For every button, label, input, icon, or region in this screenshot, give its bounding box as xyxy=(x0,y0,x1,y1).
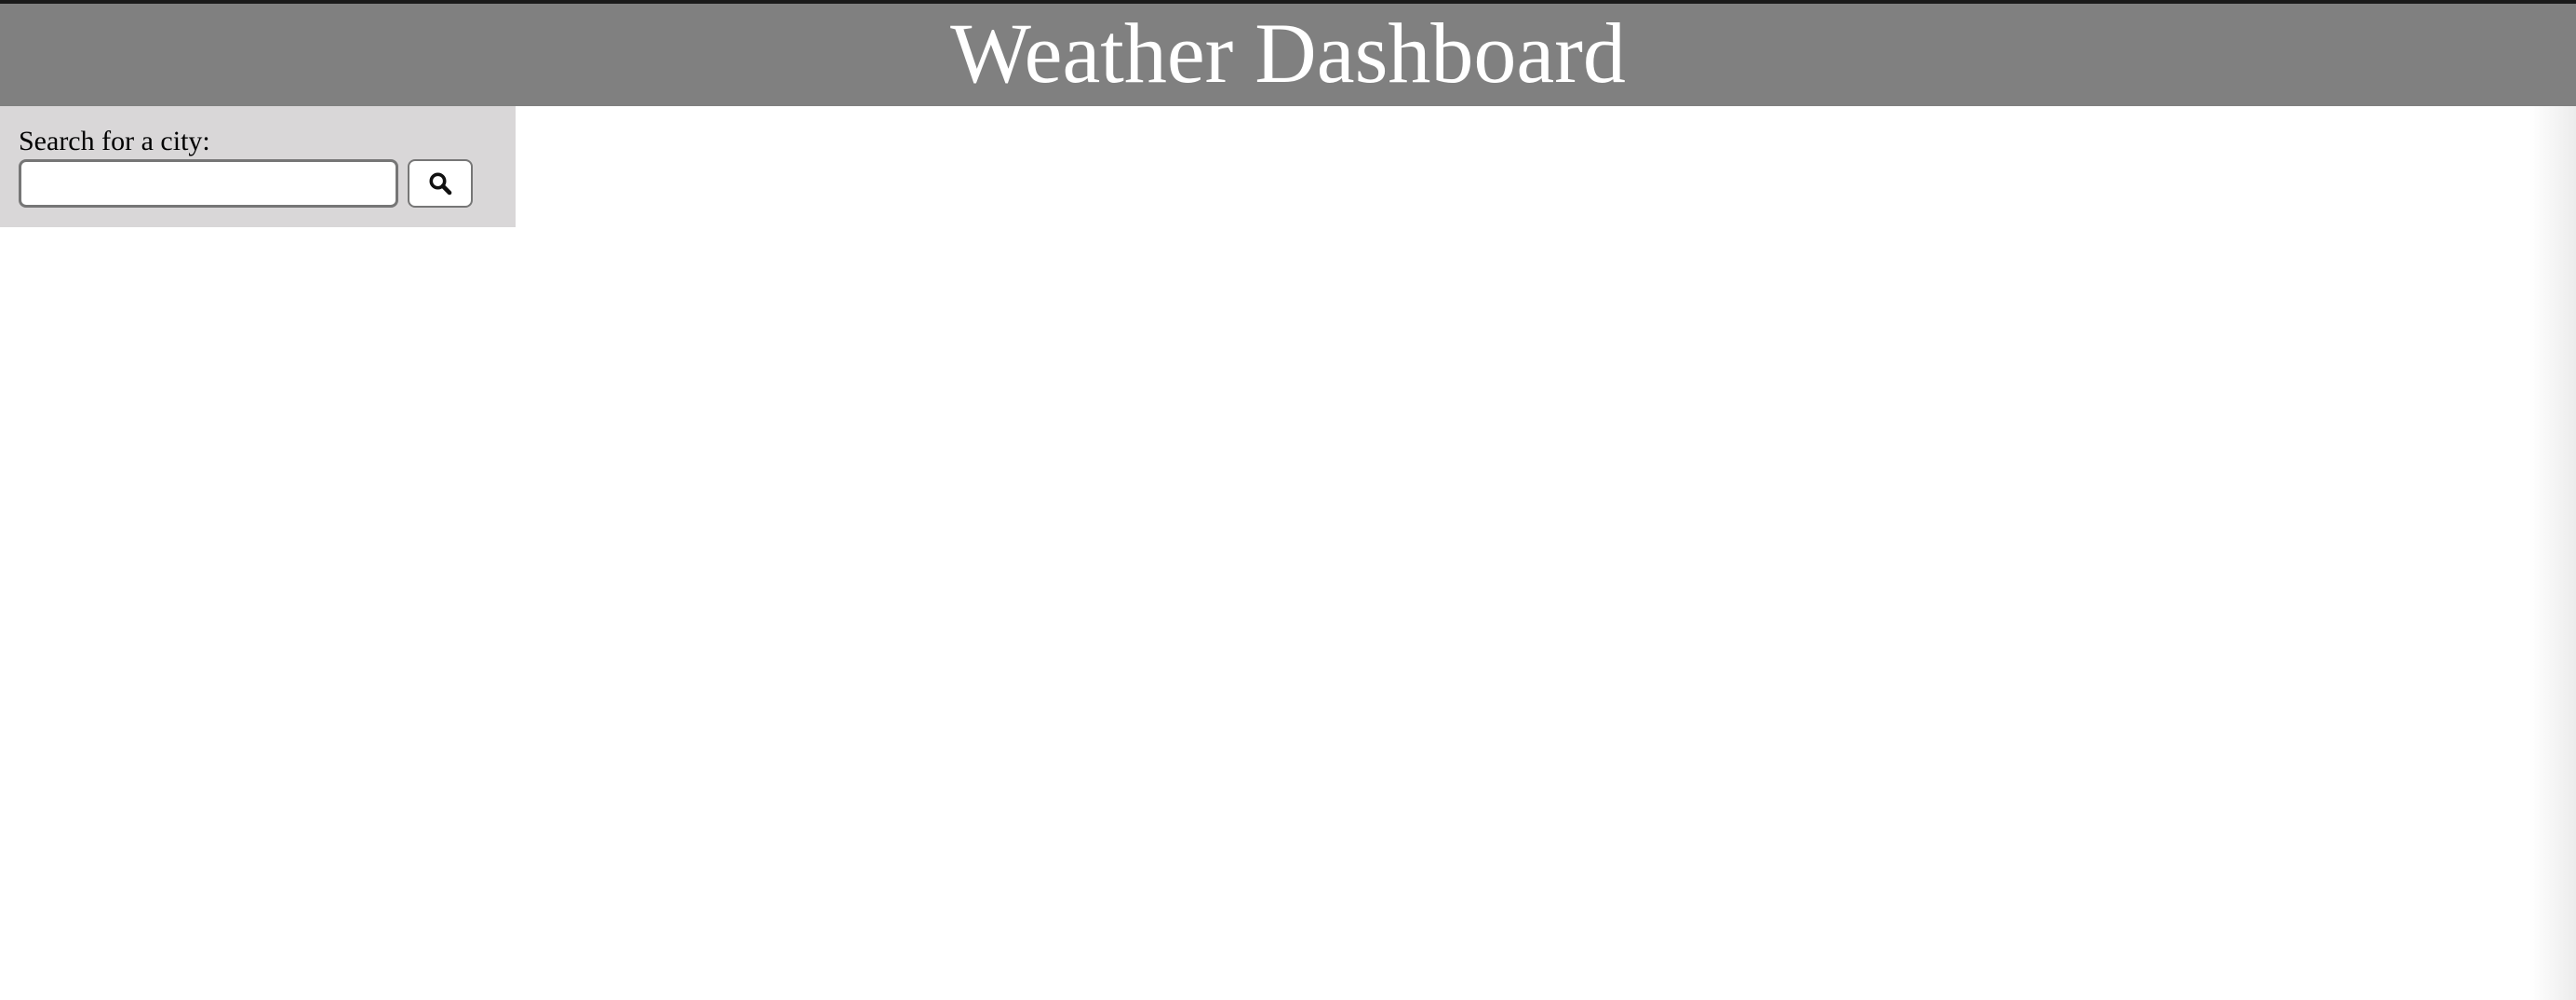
city-search-input[interactable] xyxy=(19,159,398,208)
page-header: Weather Dashboard xyxy=(0,4,2576,106)
search-icon xyxy=(428,171,452,196)
page-edge-shadow xyxy=(2529,106,2576,1000)
search-label: Search for a city: xyxy=(19,126,210,156)
search-panel: Search for a city: xyxy=(0,106,516,227)
search-button[interactable] xyxy=(408,159,473,208)
page-title: Weather Dashboard xyxy=(950,6,1626,101)
